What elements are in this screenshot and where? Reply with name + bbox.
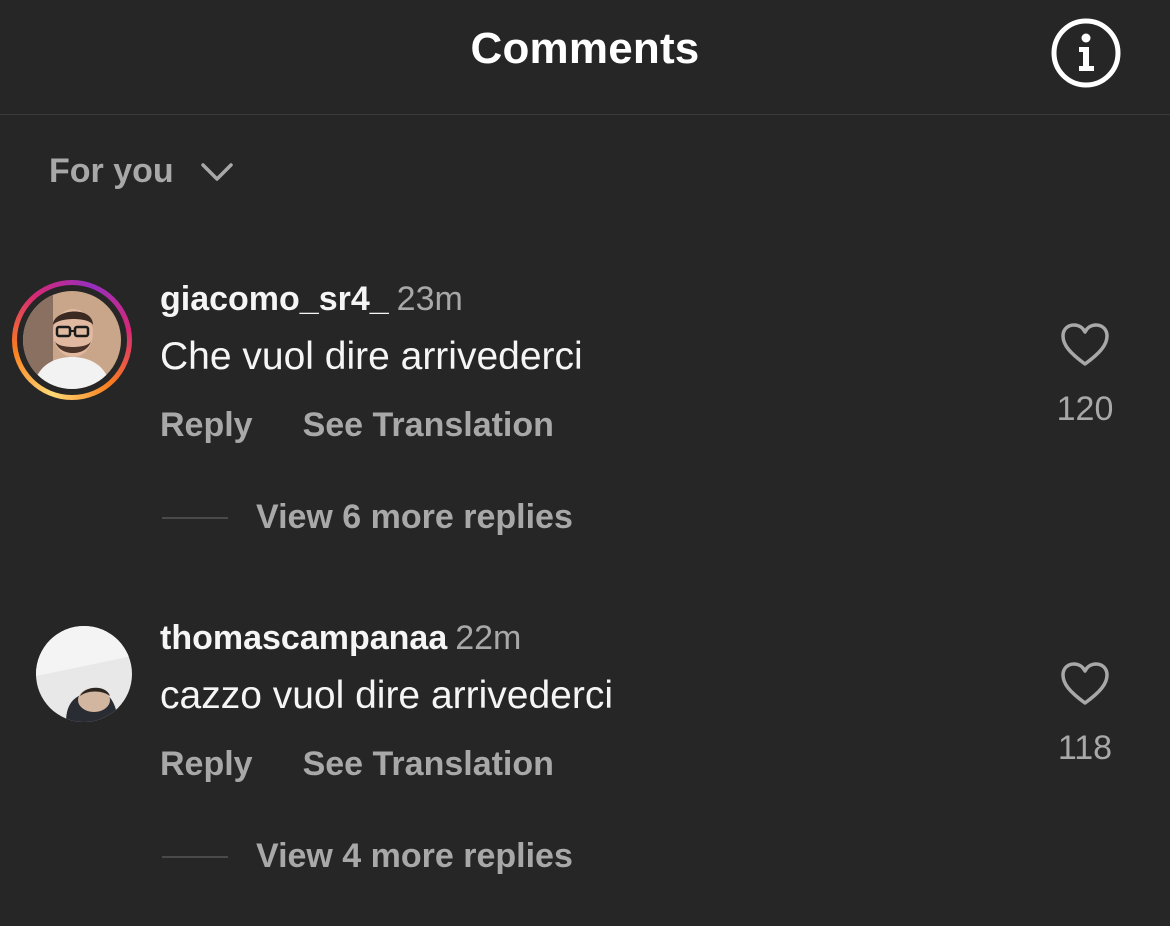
sort-filter-dropdown[interactable]: For you [49, 152, 234, 191]
comment-timestamp: 23m [396, 280, 463, 318]
filter-label: For you [49, 152, 174, 190]
heart-icon[interactable] [1060, 322, 1110, 368]
see-translation-button[interactable]: See Translation [303, 745, 554, 783]
chevron-down-icon [200, 162, 233, 181]
like-group: 120 [1040, 322, 1130, 429]
page-title: Comments [470, 24, 700, 73]
comment-username[interactable]: thomascampanaa [160, 619, 447, 657]
avatar[interactable] [12, 280, 132, 400]
avatar-photo [36, 626, 132, 722]
comment-text: cazzo vuol dire arrivederci [160, 674, 614, 717]
view-replies-button[interactable]: View 4 more replies [162, 837, 573, 876]
like-group: 118 [1040, 661, 1130, 768]
like-count: 118 [1057, 729, 1113, 767]
reply-button[interactable]: Reply [160, 406, 253, 444]
header: Comments [0, 0, 1170, 115]
view-replies-label: View 4 more replies [256, 837, 573, 875]
comment-timestamp: 22m [455, 619, 522, 657]
heart-icon[interactable] [1060, 661, 1110, 707]
like-count: 120 [1056, 390, 1114, 428]
replies-divider [162, 516, 228, 519]
comment-item: giacomo_sr4_ 23m Che vuol dire arrivederc… [0, 280, 1170, 550]
see-translation-button[interactable]: See Translation [303, 406, 554, 444]
comment-username[interactable]: giacomo_sr4_ [160, 280, 389, 318]
replies-divider [162, 855, 228, 858]
reply-button[interactable]: Reply [160, 745, 253, 783]
avatar[interactable] [12, 619, 132, 739]
info-icon[interactable] [1050, 17, 1122, 89]
comment-text: Che vuol dire arrivederci [160, 335, 583, 378]
view-replies-button[interactable]: View 6 more replies [162, 498, 573, 537]
avatar-photo [23, 291, 121, 389]
comment-item: thomascampanaa 22m cazzo vuol dire arrive… [0, 619, 1170, 889]
view-replies-label: View 6 more replies [256, 498, 573, 536]
